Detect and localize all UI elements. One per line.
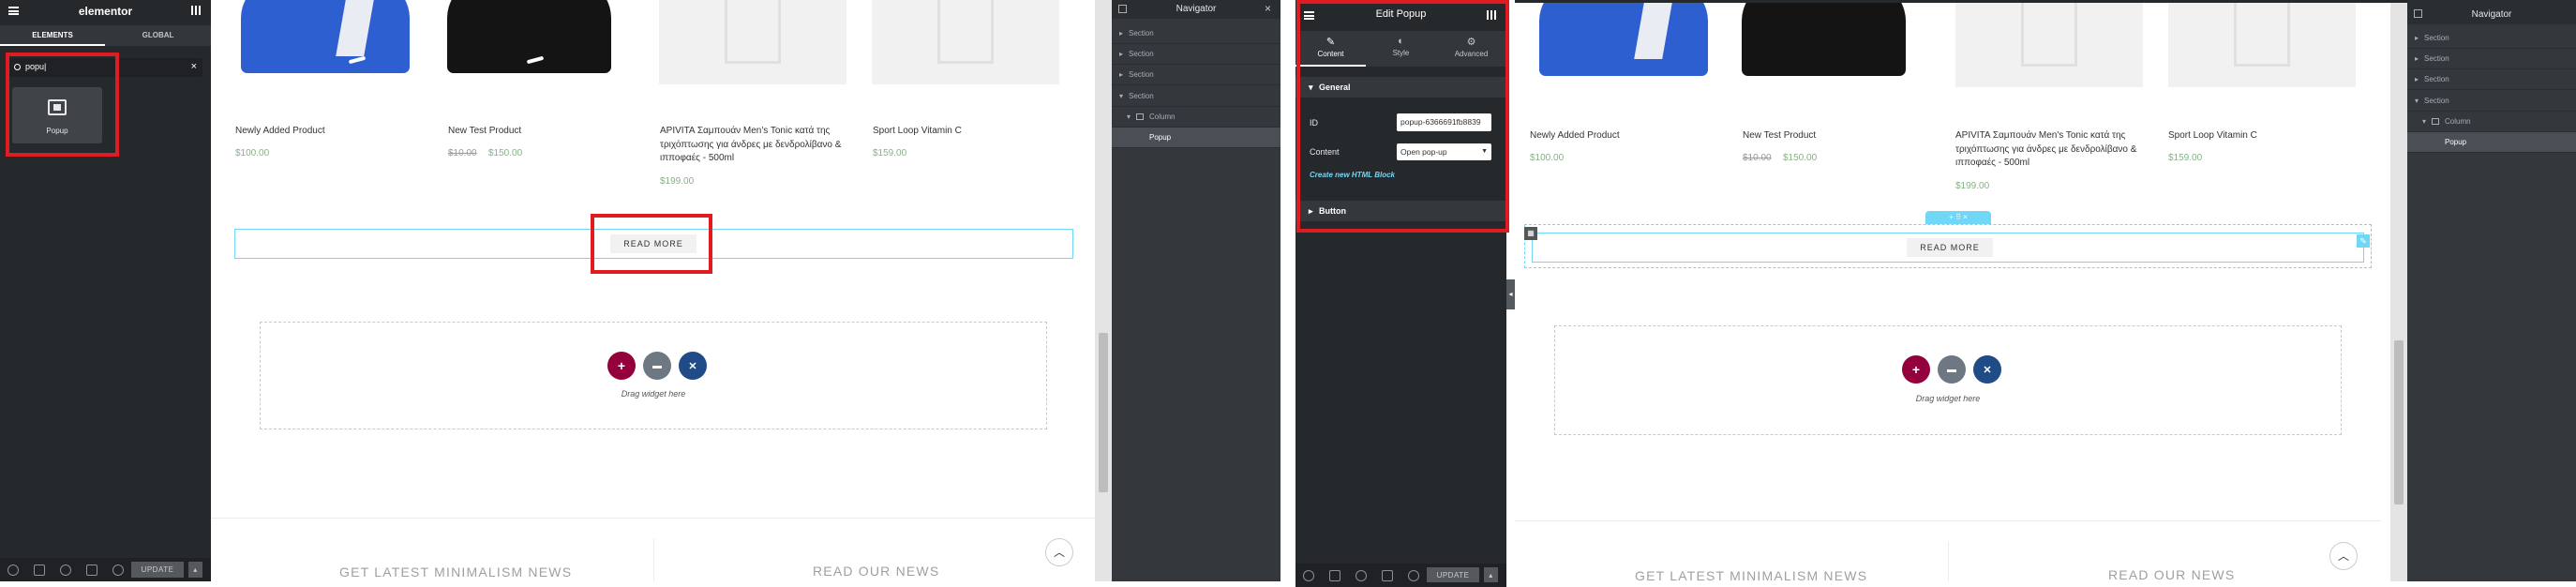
navigator-title: Navigator	[1176, 4, 1217, 14]
preview-eye-icon[interactable]	[112, 564, 124, 576]
navigator-item-section[interactable]: ▾ Section	[1112, 86, 1281, 107]
product-title[interactable]: APIVITA Σαμπουάν Men's Tonic κατά της τρ…	[1955, 129, 2164, 171]
layers-icon[interactable]	[34, 564, 45, 576]
tab-elements[interactable]: ELEMENTS	[0, 25, 105, 46]
footer-read-news-heading: READ OUR NEWS	[813, 564, 940, 579]
navigator-item-popup[interactable]: Popup	[2407, 132, 2576, 153]
drag-widget-text: Drag widget here	[621, 389, 686, 399]
product-image-blue-cap	[1530, 3, 1727, 87]
product-sale-price: $150.00	[1783, 153, 1818, 163]
navigator-item-section[interactable]: ▸ Section	[2407, 69, 2576, 90]
navigator-item-section[interactable]: ▸ Section	[2407, 28, 2576, 49]
navigator-item-column[interactable]: ▾ Column	[1112, 107, 1281, 128]
product-title[interactable]: New Test Product	[1743, 129, 1930, 143]
navigator-panel: Navigator × ▸ Section ▸ Section ▸ Section ▾…	[1112, 0, 1281, 581]
brand-logo: elementor	[78, 5, 133, 18]
product-title[interactable]: Newly Added Product	[235, 125, 423, 139]
product-price: $159.00	[2168, 153, 2203, 163]
edit-widget-pencil-icon[interactable]: ✎	[2357, 234, 2370, 248]
navigator-item-section[interactable]: ▸ Section	[1112, 23, 1281, 44]
column-handle-icon[interactable]: ▦	[1524, 227, 1537, 240]
navigator-item-section[interactable]: ▸ Section	[1112, 44, 1281, 65]
preview-scrollbar[interactable]	[1095, 0, 1112, 581]
product-price: $159.00	[873, 148, 907, 158]
footer-divider	[1515, 520, 2381, 521]
left-screenshot: elementor ELEMENTS GLOBAL popu| × Popup …	[0, 0, 1281, 581]
product-image-black-cap	[1742, 3, 1939, 87]
add-section-button[interactable]: +	[607, 352, 636, 380]
apps-grid-icon[interactable]	[191, 6, 201, 15]
footer-read-news-heading: READ OUR NEWS	[2108, 567, 2236, 582]
navigator-title: Navigator	[2471, 9, 2512, 20]
footer-vertical-divider	[1948, 542, 1949, 581]
right-screenshot: Edit Popup ✎ Content ◐ Style ⚙ Advanced …	[1295, 0, 2576, 587]
product-image-placeholder-2	[2168, 3, 2356, 87]
add-section-button[interactable]: +	[1902, 355, 1930, 384]
preview-scrollbar[interactable]	[2390, 3, 2407, 581]
footer-vertical-divider	[653, 538, 654, 581]
screenshot-separator	[1281, 0, 1295, 581]
settings-icon[interactable]	[7, 564, 19, 576]
navigator-item-column[interactable]: ▾ Column	[2407, 112, 2576, 132]
scroll-to-top-button[interactable]: ︿	[1045, 538, 1073, 566]
tab-global[interactable]: GLOBAL	[105, 25, 211, 46]
product-image-placeholder-2	[872, 0, 1059, 84]
close-navigator-icon[interactable]: ×	[1265, 2, 1271, 15]
navigator-item-popup[interactable]: Popup	[1112, 128, 1281, 148]
add-template-button[interactable]: ▬	[1938, 355, 1966, 384]
settings-icon[interactable]	[1303, 569, 1314, 581]
elementskit-button[interactable]: ✕	[1973, 355, 2001, 384]
elementskit-button[interactable]: ✕	[679, 352, 707, 380]
product-title[interactable]: Sport Loop Vitamin C	[2168, 129, 2356, 143]
clear-search-icon[interactable]: ×	[191, 61, 197, 72]
product-price: $199.00	[1955, 181, 1990, 191]
update-options-button[interactable]: ▴	[1484, 567, 1498, 582]
responsive-icon[interactable]	[1382, 569, 1393, 581]
add-template-button[interactable]: ▬	[643, 352, 671, 380]
update-button[interactable]: UPDATE	[1427, 567, 1479, 582]
navigator-item-section[interactable]: ▸ Section	[1112, 65, 1281, 85]
elementor-panel: elementor ELEMENTS GLOBAL popu| × Popup …	[0, 0, 211, 581]
footer-newsletter-heading: GET LATEST MINIMALISM NEWS	[339, 564, 573, 579]
footer-divider	[211, 518, 1095, 519]
product-image-blue-cap	[232, 0, 428, 84]
scroll-to-top-button[interactable]: ︿	[2329, 542, 2358, 570]
navigator-panel: Navigator ▸ Section ▸ Section ▸ Section ▾ Se…	[2407, 0, 2576, 581]
product-sale-price: $150.00	[488, 148, 523, 158]
product-price: $199.00	[660, 176, 695, 187]
product-price: $100.00	[1530, 153, 1565, 163]
history-icon[interactable]	[60, 564, 71, 576]
product-title[interactable]: New Test Product	[448, 125, 636, 139]
update-options-button[interactable]: ▴	[188, 562, 202, 578]
product-image-placeholder	[1955, 3, 2143, 87]
highlight-box-read-more	[591, 214, 712, 274]
product-image-black-cap	[447, 0, 644, 84]
read-more-button[interactable]: READ MORE	[1907, 238, 1993, 257]
product-price: $10.00	[448, 148, 477, 158]
update-button[interactable]: UPDATE	[131, 562, 184, 578]
product-image-placeholder	[659, 0, 846, 84]
highlight-box-panel	[1296, 0, 1509, 233]
product-price: $10.00	[1743, 153, 1772, 163]
responsive-icon[interactable]	[86, 564, 97, 576]
collapse-panel-handle[interactable]: ◂	[1506, 279, 1515, 309]
layers-icon[interactable]	[1329, 569, 1340, 581]
highlight-box-widget	[6, 53, 119, 157]
section-handle[interactable]: + ⠿ ×	[1925, 211, 1991, 224]
navigator-item-section[interactable]: ▾ Section	[2407, 91, 2576, 112]
history-icon[interactable]	[1355, 569, 1367, 581]
navigator-item-section[interactable]: ▸ Section	[2407, 49, 2576, 69]
product-title[interactable]: Newly Added Product	[1530, 129, 1717, 143]
product-price: $100.00	[235, 148, 270, 158]
preview-area: Newly Added Product $100.00 New Test Pro…	[211, 0, 1095, 581]
product-title[interactable]: APIVITA Σαμπουάν Men's Tonic κατά της τρ…	[660, 125, 868, 166]
drag-widget-text: Drag widget here	[1915, 394, 1981, 403]
preview-eye-icon[interactable]	[1408, 569, 1419, 581]
product-title[interactable]: Sport Loop Vitamin C	[873, 125, 1060, 139]
edit-popup-panel: Edit Popup ✎ Content ◐ Style ⚙ Advanced …	[1295, 0, 1509, 587]
